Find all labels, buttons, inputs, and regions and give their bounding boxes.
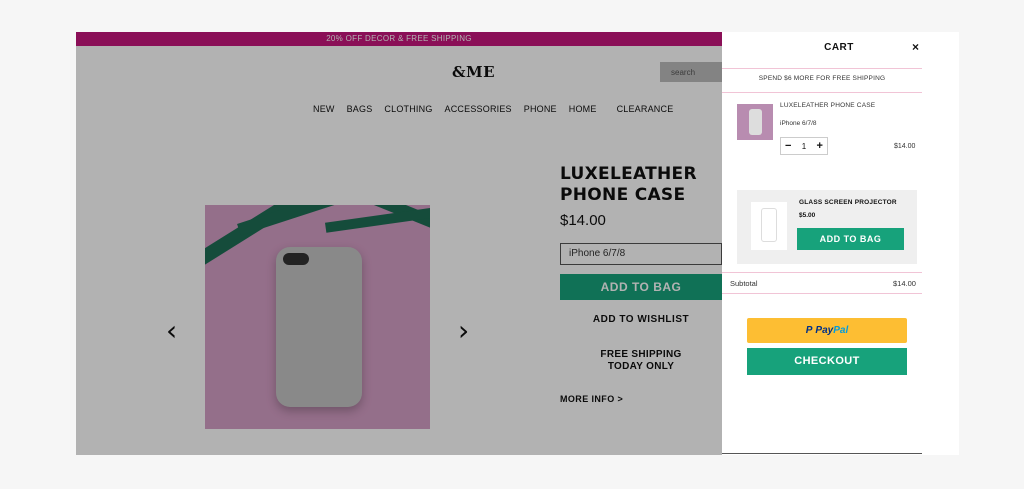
- plus-icon[interactable]: +: [817, 140, 823, 152]
- quantity-value[interactable]: 1: [802, 142, 806, 151]
- cart-item-thumbnail[interactable]: [737, 104, 773, 140]
- cart-item-name[interactable]: LUXELEATHER PHONE CASE: [780, 102, 875, 109]
- divider: [722, 293, 922, 294]
- divider: [722, 92, 922, 93]
- upsell-thumbnail[interactable]: [751, 202, 787, 250]
- cart-title: CART: [824, 42, 854, 53]
- divider: [722, 453, 922, 454]
- browser-viewport: 20% OFF DECOR & FREE SHIPPING &ME NEW BA…: [76, 32, 959, 455]
- store-page: 20% OFF DECOR & FREE SHIPPING &ME NEW BA…: [76, 32, 722, 455]
- cart-drawer: CART × SPEND $6 MORE FOR FREE SHIPPING L…: [722, 32, 959, 455]
- paypal-button[interactable]: P PayPal: [747, 318, 907, 343]
- checkout-button[interactable]: CHECKOUT: [747, 348, 907, 375]
- divider: [722, 272, 922, 273]
- upsell-name: GLASS SCREEN PROJECTOR: [799, 199, 897, 206]
- minus-icon[interactable]: −: [785, 140, 791, 152]
- subtotal-label: Subtotal: [730, 279, 758, 288]
- paypal-label-pal: Pal: [833, 325, 849, 336]
- subtotal-value: $14.00: [893, 279, 916, 288]
- paypal-label-pay: Pay: [815, 325, 834, 336]
- upsell-price: $5.00: [799, 212, 816, 219]
- cart-item-variant: iPhone 6/7/8: [780, 120, 817, 127]
- quantity-stepper: − 1 +: [780, 137, 828, 155]
- page-dim-overlay[interactable]: [76, 32, 722, 455]
- cart-item-price: $14.00: [894, 143, 916, 150]
- close-icon[interactable]: ×: [912, 40, 919, 54]
- free-shipping-progress: SPEND $6 MORE FOR FREE SHIPPING: [758, 75, 886, 82]
- divider: [722, 68, 922, 69]
- paypal-icon: P: [805, 325, 813, 336]
- upsell-card: GLASS SCREEN PROJECTOR $5.00 ADD TO BAG: [737, 190, 917, 264]
- upsell-add-to-bag-button[interactable]: ADD TO BAG: [797, 228, 904, 250]
